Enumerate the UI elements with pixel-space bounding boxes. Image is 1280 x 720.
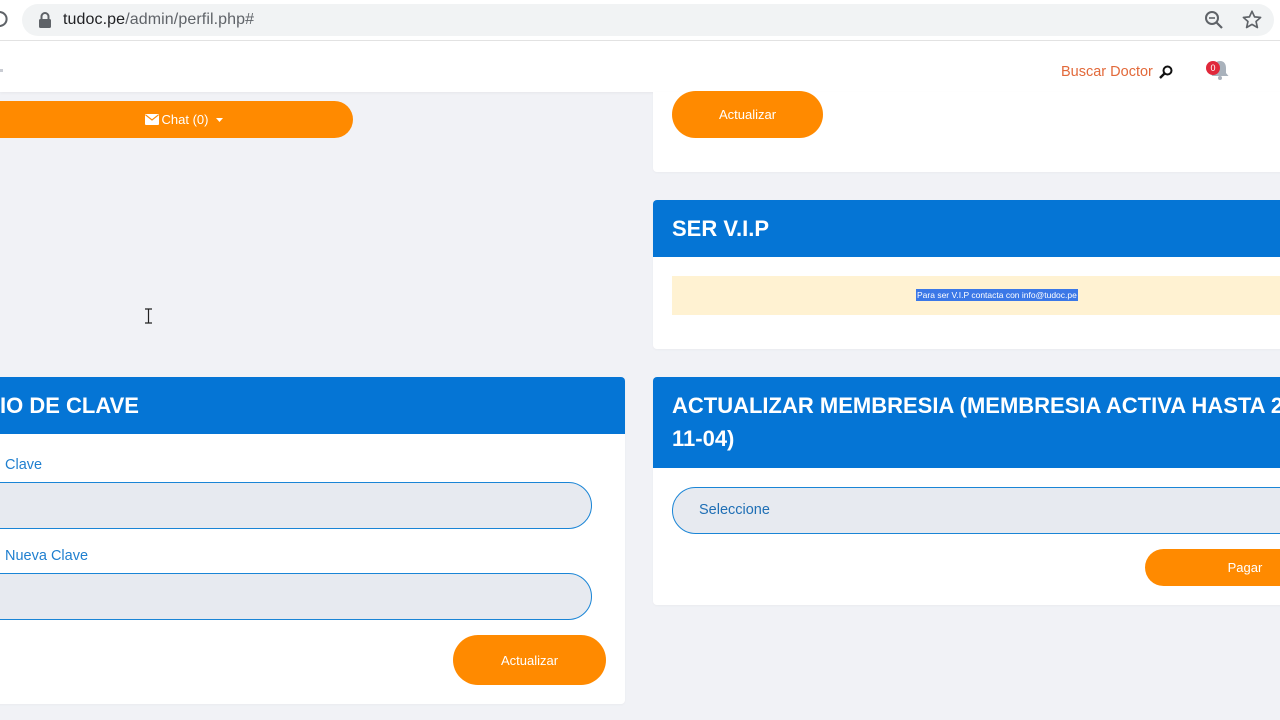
- lock-icon[interactable]: [38, 12, 52, 28]
- password-card-title: IO DE CLAVE: [0, 393, 139, 418]
- address-bar[interactable]: tudoc.pe/admin/perfil.php#: [22, 4, 1274, 36]
- password-change-card: IO DE CLAVE Clave Nueva Clave Actualizar: [0, 377, 625, 704]
- new-password-label: Nueva Clave: [5, 548, 89, 564]
- zoom-icon[interactable]: [1204, 10, 1224, 30]
- membership-select[interactable]: Seleccione: [672, 487, 1280, 534]
- star-icon[interactable]: [1241, 9, 1263, 31]
- search-icon: [1159, 65, 1173, 79]
- header-menu-edge[interactable]: [0, 69, 3, 72]
- vip-card-header: SER V.I.P: [653, 200, 1280, 257]
- url-domain: tudoc.pe: [63, 11, 126, 28]
- new-password-field[interactable]: [0, 573, 592, 620]
- password-update-button[interactable]: Actualizar: [453, 635, 606, 685]
- search-doctor-link[interactable]: Buscar Doctor: [1061, 64, 1173, 80]
- membership-select-value: Seleccione: [699, 502, 770, 518]
- vip-notice-text[interactable]: Para ser V.I.P contacta con info@tudoc.p…: [916, 289, 1078, 301]
- reload-icon[interactable]: [0, 9, 8, 29]
- membership-card-header: ACTUALIZAR MEMBRESIA (MEMBRESIA ACTIVA H…: [653, 377, 1280, 468]
- vip-notice: Para ser V.I.P contacta con info@tudoc.p…: [672, 276, 1280, 315]
- current-password-label: Clave: [5, 457, 43, 473]
- vip-card-title: SER V.I.P: [672, 216, 770, 241]
- site-header: Buscar Doctor 0: [0, 41, 1280, 92]
- text-cursor-icon: [145, 308, 152, 324]
- pay-button[interactable]: Pagar: [1145, 549, 1280, 586]
- password-card-header: IO DE CLAVE: [0, 377, 625, 434]
- url-path: /admin/perfil.php#: [125, 11, 255, 28]
- profile-update-button[interactable]: Actualizar: [672, 91, 823, 138]
- membership-card: ACTUALIZAR MEMBRESIA (MEMBRESIA ACTIVA H…: [653, 377, 1280, 605]
- caret-down-icon: [216, 117, 224, 122]
- notifications-button[interactable]: 0: [1206, 59, 1232, 83]
- current-password-field[interactable]: [0, 482, 592, 529]
- membership-title-line2: 11-04): [672, 426, 735, 451]
- url-text[interactable]: tudoc.pe/admin/perfil.php#: [63, 10, 254, 30]
- chat-button[interactable]: Chat (0): [0, 101, 353, 138]
- vip-card: SER V.I.P Para ser V.I.P contacta con in…: [653, 200, 1280, 349]
- browser-toolbar: tudoc.pe/admin/perfil.php#: [0, 0, 1280, 41]
- notification-count-badge: 0: [1206, 61, 1220, 75]
- chat-button-label: Chat (0): [161, 112, 209, 127]
- membership-title-line1: ACTUALIZAR MEMBRESIA (MEMBRESIA ACTIVA H…: [672, 393, 1280, 418]
- search-doctor-label: Buscar Doctor: [1061, 64, 1153, 80]
- envelope-icon: [144, 114, 159, 125]
